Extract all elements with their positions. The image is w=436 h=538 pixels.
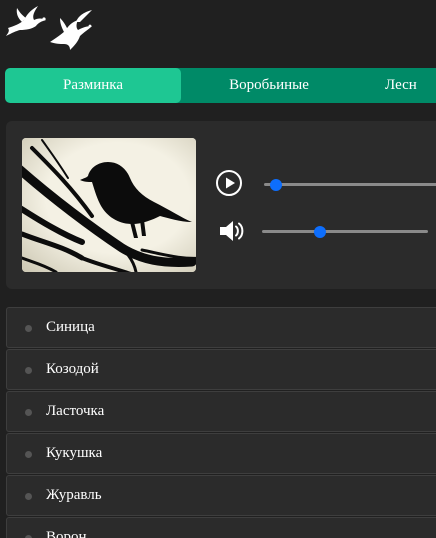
tab-passerines[interactable]: Воробьиные <box>181 68 357 103</box>
bird-name: Кукушка <box>46 445 103 461</box>
bird-name: Ворон <box>46 529 87 538</box>
tab-warmup[interactable]: Разминка <box>5 68 181 103</box>
status-dot <box>25 409 32 416</box>
bird-list: Синица Козодой Ласточка Кукушка Журавль … <box>6 307 436 538</box>
bird-name: Журавль <box>46 487 102 503</box>
volume-slider-thumb[interactable] <box>314 225 327 238</box>
list-item[interactable]: Ворон <box>6 517 436 538</box>
tab-forest[interactable]: Лесн <box>357 68 436 103</box>
volume-slider[interactable] <box>262 225 428 238</box>
status-dot <box>25 493 32 500</box>
status-dot <box>25 451 32 458</box>
category-tabs: Разминка Воробьиные Лесн <box>5 68 436 103</box>
audio-player-card <box>6 121 436 289</box>
list-item[interactable]: Ласточка <box>6 391 436 432</box>
list-item[interactable]: Синица <box>6 307 436 348</box>
bird-name: Ласточка <box>46 403 105 419</box>
status-dot <box>25 325 32 332</box>
bird-name: Синица <box>46 319 95 335</box>
list-item[interactable]: Журавль <box>6 475 436 516</box>
bird-image <box>22 138 196 272</box>
bird-name: Козодой <box>46 361 99 377</box>
list-item[interactable]: Козодой <box>6 349 436 390</box>
page: Разминка Воробьиные Лесн Синица Козодой … <box>0 0 436 538</box>
list-item[interactable]: Кукушка <box>6 433 436 474</box>
play-circle-icon[interactable] <box>215 169 243 197</box>
status-dot <box>25 367 32 374</box>
birds-logo-icon[interactable] <box>4 2 96 54</box>
bird-silhouette-icon <box>22 138 196 272</box>
progress-slider-thumb[interactable] <box>270 178 282 191</box>
progress-slider[interactable] <box>264 178 436 191</box>
speaker-volume-icon[interactable] <box>217 217 247 245</box>
